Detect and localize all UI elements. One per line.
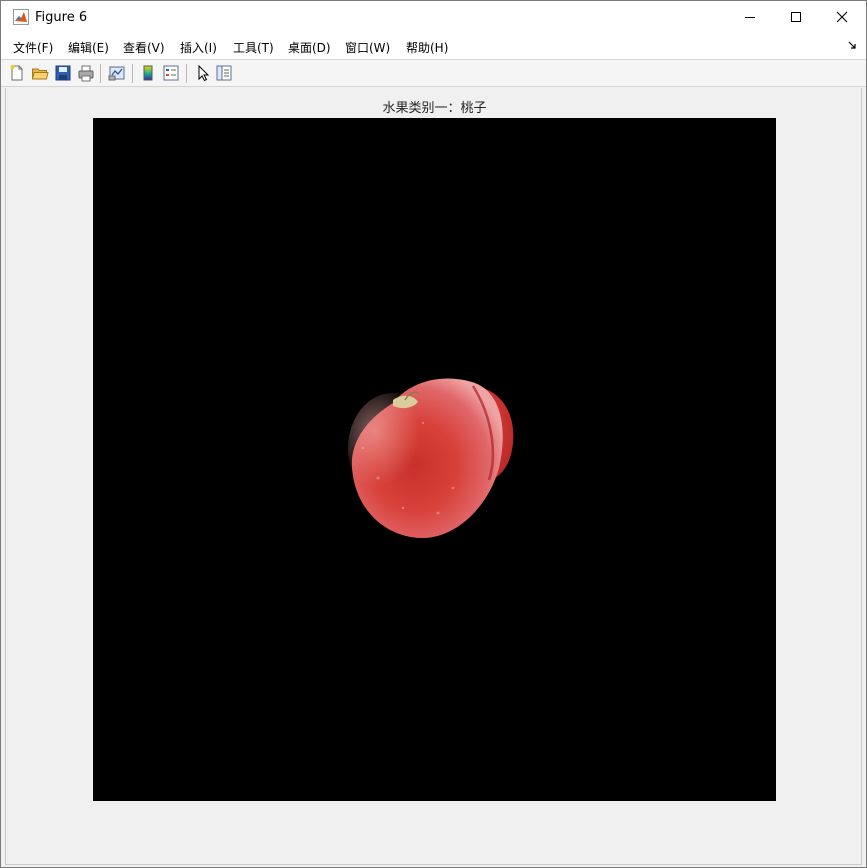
title-bar[interactable]: Figure 6 [1, 1, 866, 35]
menu-window[interactable]: 窗口(W) [345, 39, 390, 56]
open-file-icon[interactable] [31, 64, 49, 82]
minimize-icon [744, 11, 756, 26]
menu-tools[interactable]: 工具(T) [233, 39, 274, 56]
window-title: Figure 6 [35, 10, 88, 25]
toolbar-separator [132, 64, 133, 83]
toolbar-separator [186, 64, 187, 83]
image-axes[interactable] [93, 118, 776, 801]
figure-toolbar [1, 60, 866, 87]
menu-insert[interactable]: 插入(I) [180, 39, 217, 56]
insert-legend-icon[interactable] [162, 64, 180, 82]
menu-desktop[interactable]: 桌面(D) [288, 39, 331, 56]
link-plot-icon[interactable] [108, 64, 126, 82]
axes-title: 水果类别一：桃子 [382, 101, 487, 116]
close-icon [836, 11, 848, 26]
maximize-button[interactable] [773, 1, 819, 35]
minimize-button[interactable] [727, 1, 773, 35]
peach-image [348, 378, 514, 538]
menu-view[interactable]: 查看(V) [123, 39, 165, 56]
save-figure-icon[interactable] [54, 64, 72, 82]
menu-bar: 文件(F) 编辑(E) 查看(V) 插入(I) 工具(T) 桌面(D) 窗口(W… [1, 35, 866, 59]
figure-window: Figure 6 文件(F) 编辑(E) 查看(V) 插入(I) 工具(T) 桌… [0, 0, 867, 868]
print-figure-icon[interactable] [77, 64, 95, 82]
toolbar-dock-arrow-icon[interactable] [848, 41, 857, 53]
maximize-icon [790, 11, 802, 26]
menu-file[interactable]: 文件(F) [13, 39, 53, 56]
toolbar-separator [100, 64, 101, 83]
figure-canvas: 水果类别一：桃子 [5, 88, 862, 865]
menu-help[interactable]: 帮助(H) [406, 39, 448, 56]
matlab-logo-icon [13, 9, 29, 25]
new-figure-icon[interactable] [8, 64, 26, 82]
property-inspector-icon[interactable] [215, 64, 233, 82]
insert-colorbar-icon[interactable] [139, 64, 157, 82]
menu-edit[interactable]: 编辑(E) [68, 39, 109, 56]
edit-plot-icon[interactable] [194, 64, 212, 82]
close-button[interactable] [819, 1, 865, 35]
